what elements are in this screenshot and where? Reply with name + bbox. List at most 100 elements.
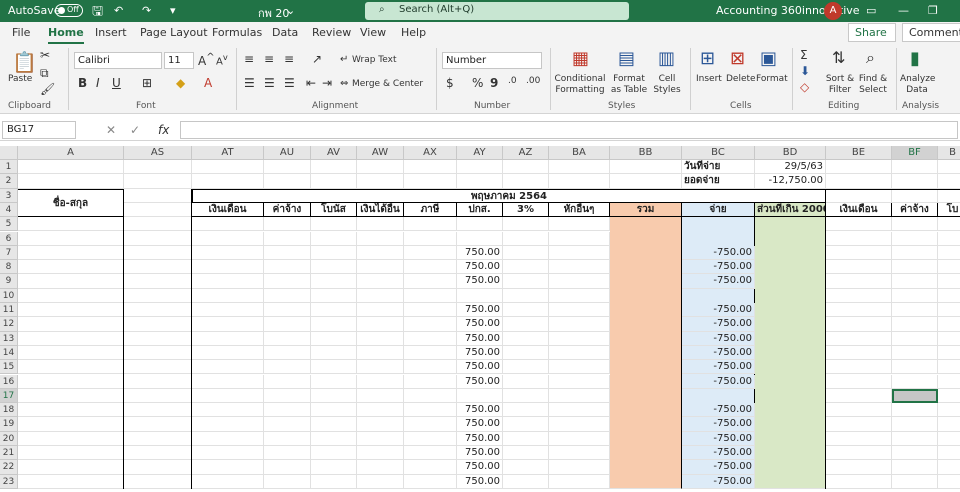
cell[interactable] [311, 217, 357, 232]
cell[interactable] [192, 217, 264, 232]
cell[interactable] [264, 245, 311, 261]
cell[interactable] [124, 388, 192, 404]
cell[interactable] [892, 403, 938, 418]
cell[interactable] [503, 403, 549, 418]
cell[interactable] [357, 331, 404, 346]
cell[interactable] [549, 374, 610, 389]
cell[interactable] [826, 288, 892, 303]
cell[interactable] [192, 231, 264, 246]
cell[interactable] [549, 288, 610, 303]
cell[interactable] [311, 288, 357, 303]
format-painter-icon[interactable]: 🖌 [40, 82, 55, 96]
cell[interactable] [357, 403, 404, 418]
paste-button[interactable]: Paste [8, 74, 32, 85]
font-size-select[interactable]: 11 [164, 52, 194, 69]
number-format-select[interactable]: Number [442, 52, 542, 69]
cell[interactable] [938, 174, 960, 189]
redo-icon[interactable]: ↷ [142, 4, 151, 17]
cell[interactable] [192, 417, 264, 432]
cell[interactable] [938, 160, 960, 175]
cell[interactable] [192, 288, 264, 303]
bc-value[interactable]: -750.00 [682, 331, 755, 346]
align-middle-icon[interactable]: ≡ [264, 52, 274, 66]
align-bottom-icon[interactable]: ≡ [284, 52, 294, 66]
cell[interactable] [892, 174, 938, 189]
cell[interactable] [18, 460, 124, 475]
cell[interactable] [18, 431, 124, 446]
cell[interactable] [938, 246, 960, 261]
cell[interactable] [938, 475, 960, 489]
selected-cell[interactable] [892, 388, 938, 404]
bc-value[interactable]: -750.00 [682, 446, 755, 461]
row-header[interactable]: 10 [0, 288, 18, 303]
column-header[interactable]: BA [549, 146, 610, 160]
name-box[interactable]: BG17 [2, 121, 76, 139]
decrease-decimal-icon[interactable]: .00 [526, 76, 540, 86]
cell[interactable] [892, 431, 938, 446]
row-header[interactable]: 6 [0, 231, 18, 246]
cell[interactable] [18, 245, 124, 261]
ay-value[interactable]: 750.00 [457, 317, 503, 332]
cell[interactable] [264, 274, 311, 289]
cell[interactable] [404, 160, 457, 175]
cell[interactable] [192, 331, 264, 346]
format-cells-icon[interactable]: ▣ [760, 48, 777, 69]
cell[interactable] [192, 303, 264, 318]
cell[interactable] [457, 217, 503, 232]
bc-value[interactable]: -750.00 [682, 460, 755, 475]
avatar[interactable]: A [824, 2, 842, 20]
cell[interactable] [264, 345, 311, 361]
cell[interactable] [404, 417, 457, 432]
cell[interactable] [192, 360, 264, 375]
ay-value[interactable]: 750.00 [457, 331, 503, 346]
cell[interactable] [404, 431, 457, 446]
cell[interactable] [457, 174, 503, 189]
ay-value[interactable]: 750.00 [457, 303, 503, 318]
row-header[interactable]: 20 [0, 431, 18, 446]
cell[interactable] [264, 460, 311, 475]
minimize-icon[interactable]: — [898, 4, 909, 17]
column-header[interactable]: AU [264, 146, 311, 160]
bold-icon[interactable]: B [78, 76, 87, 90]
ay-value[interactable]: 750.00 [457, 374, 503, 389]
cell[interactable] [404, 474, 457, 489]
save-icon[interactable]: 🖫 [92, 2, 103, 24]
ay-value[interactable]: 750.00 [457, 460, 503, 475]
cell[interactable] [357, 245, 404, 261]
search-box[interactable]: ⌕ Search (Alt+Q) [365, 2, 629, 20]
cell[interactable] [457, 160, 503, 175]
cell[interactable] [357, 474, 404, 489]
ay-value[interactable]: 750.00 [457, 360, 503, 375]
column-header[interactable]: AS [124, 146, 192, 160]
cell[interactable] [311, 303, 357, 318]
increase-font-icon[interactable]: A^ [198, 52, 215, 68]
cell[interactable] [503, 317, 549, 332]
cancel-icon[interactable]: ✕ [106, 123, 116, 137]
cell[interactable] [404, 260, 457, 275]
tab-home[interactable]: Home [48, 26, 84, 44]
cell[interactable] [264, 231, 311, 246]
ay-value[interactable]: 750.00 [457, 431, 503, 446]
total-value[interactable]: -12,750.00 [755, 174, 826, 189]
row-header[interactable]: 4 [0, 202, 18, 218]
undo-icon[interactable]: ↶ [114, 4, 123, 17]
cell[interactable] [264, 403, 311, 418]
column-header[interactable]: AZ [503, 146, 549, 160]
worksheet-grid[interactable]: A AS AT AU AV AW AX AY AZ BA BB BC BD BE BF B 1 2 3 4 5 6 7 8 9 1… [0, 146, 960, 492]
cell[interactable] [18, 417, 124, 432]
cell[interactable] [503, 231, 549, 246]
cell[interactable] [503, 160, 549, 175]
cell[interactable] [311, 274, 357, 289]
cell[interactable] [549, 345, 610, 361]
borders-icon[interactable]: ⊞ [142, 76, 152, 90]
cell[interactable] [124, 403, 192, 418]
cut-icon[interactable]: ✂ [40, 48, 50, 62]
cell[interactable] [892, 374, 938, 389]
row-header[interactable]: 8 [0, 260, 18, 275]
cell[interactable] [503, 331, 549, 346]
cell[interactable] [124, 417, 192, 432]
paste-icon[interactable]: 📋 [12, 50, 37, 74]
cell[interactable] [311, 174, 357, 189]
cell[interactable] [18, 374, 124, 389]
analyze-data-icon[interactable]: ▮ [910, 48, 920, 69]
